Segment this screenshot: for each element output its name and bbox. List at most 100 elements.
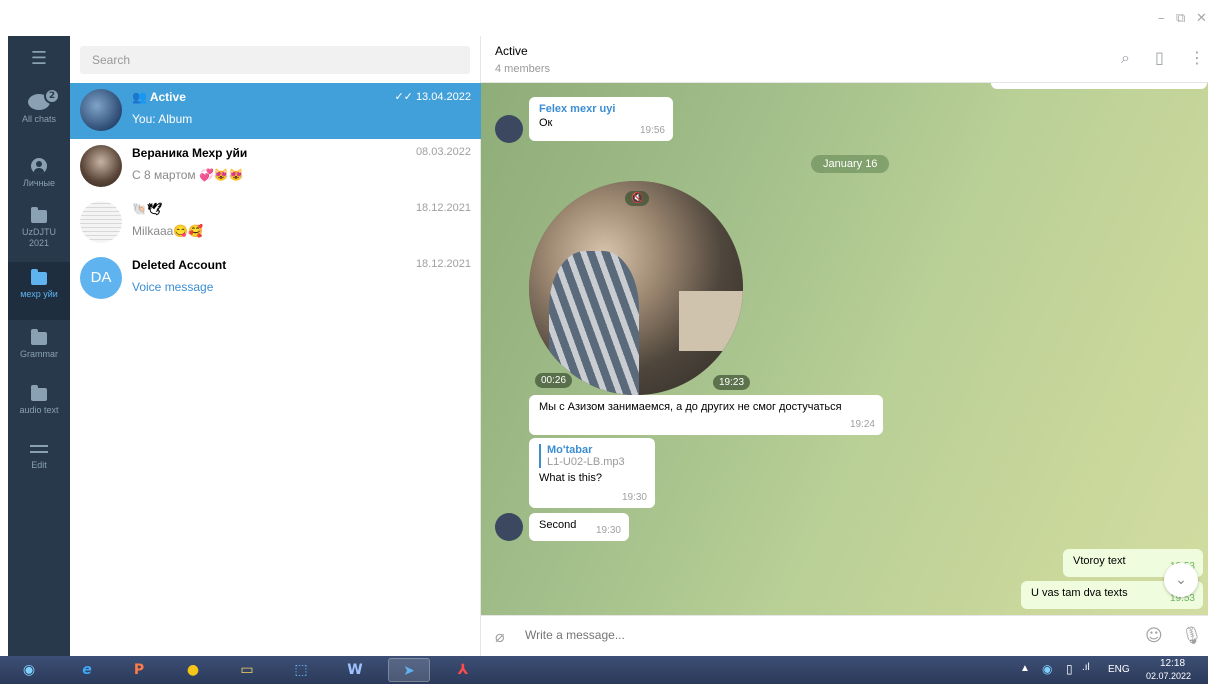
folder-label: UzDJTU 2021 [22,227,56,248]
chat-row-shell[interactable]: 🐚🕊 Milkaaa😋🥰 18.12.2021 [70,195,481,251]
taskbar-acrobat[interactable]: ⅄ [442,658,484,682]
folder-mehr-uyi[interactable]: мехр уйи [8,262,70,320]
clock-date[interactable]: 02.07.2022 [1146,671,1191,681]
folder-grammar[interactable]: Grammar [8,322,70,380]
chat-date: ✓✓ 13.04.2022 [394,91,471,103]
folder-uzdjtu[interactable]: UzDJTU 2021 [8,200,70,266]
taskbar-telegram[interactable]: ➤ [388,658,430,682]
chat-name: Deleted Account [132,258,227,272]
chat-date: 18.12.2021 [415,258,471,270]
search-icon[interactable]: ⌕ [1121,50,1130,66]
message-text: Second [539,519,577,531]
unread-badge: 2 [44,88,60,104]
chat-preview: Milkaaa😋🥰 [132,224,204,238]
signal-icon[interactable]: .ıl [1082,662,1090,673]
avatar: DA [80,257,122,299]
os-taskbar: ◉ e P ● ▭ ⬚ W ➤ ⅄ ▲ ◉ ▯ .ıl ENG 12:18 02… [0,656,1208,684]
message-sender[interactable]: Felex mexr uyi [539,103,663,115]
reply-preview[interactable]: Mo'tabar L1-U02-LB.mp3 [539,444,645,468]
chat-preview: С 8 мартом 💞😻😻 [132,168,244,182]
emoji-icon[interactable]: ☺ [1145,626,1163,646]
chat-list-panel: Search 👥 Active You: Album ✓✓ 13.04.2022… [70,36,481,656]
date-divider: January 16 [811,155,890,173]
avatar [80,89,122,131]
search-input[interactable]: Search [80,46,470,74]
message-text: What is this? [539,472,602,484]
message-bubble[interactable]: Second 19:30 [529,513,629,541]
more-options-icon[interactable]: ⋮ [1189,50,1205,66]
chat-row-deleted-account[interactable]: DA Deleted Account Voice message 18.12.2… [70,251,481,307]
message-time: 19:30 [595,525,621,536]
person-icon [31,158,47,174]
reply-file: L1-U02-LB.mp3 [547,456,625,468]
message-input[interactable] [525,628,1125,642]
chat-row-active[interactable]: 👥 Active You: Album ✓✓ 13.04.2022 [70,83,481,139]
chat-date: 18.12.2021 [415,202,471,214]
restore-button[interactable]: ⧉ [1176,12,1185,26]
avatar [80,201,122,243]
folder-personal[interactable]: Личные [8,148,70,206]
message-bubble[interactable]: Mo'tabar L1-U02-LB.mp3 What is this? 19:… [529,438,655,508]
sender-avatar[interactable] [495,115,523,143]
chat-preview: Voice message [132,280,214,294]
group-icon: 👥 [132,90,150,104]
folder-label: Личные [22,178,56,188]
taskbar-explorer[interactable]: ▭ [226,658,268,682]
clock-time[interactable]: 12:18 [1160,658,1185,669]
attach-icon[interactable]: ⌀ [495,627,505,646]
chat-name: Вераника Мехр уйи [132,146,248,160]
double-check-icon: ✓✓ [394,91,413,103]
message-composer: ⌀ ☺ 🎙 [481,615,1208,656]
message-bubble[interactable]: Felex mexr uyi Ок 19:56 [529,97,673,141]
microphone-icon[interactable]: 🎙 [1181,626,1203,646]
folder-all-chats[interactable]: 2 All chats [8,84,70,142]
edit-icon [30,442,48,456]
scroll-down-button[interactable]: ⌄ [1164,563,1198,597]
messages-area[interactable]: Felex mexr uyi Ок 19:56 January 16 🔇 00:… [481,83,1208,615]
chat-row-veranika[interactable]: Вераника Мехр уйи С 8 мартом 💞😻😻 08.03.2… [70,139,481,195]
tray-arrow-icon[interactable]: ▲ [1020,663,1030,674]
video-duration: 00:26 [535,373,573,388]
taskbar-powerpoint[interactable]: P [118,658,160,682]
system-tray: ▲ ◉ ▯ .ıl ENG 12:18 02.07.2022 [1010,656,1200,684]
folder-label: audio text [19,405,59,415]
folder-label: All chats [21,114,56,124]
message-bubble[interactable]: Мы с Азизом занимаемся, а до других не с… [529,395,883,435]
taskbar-start-button[interactable]: ◉ [8,658,50,682]
reply-sender: Mo'tabar [547,444,593,456]
taskbar-snipping[interactable]: ⬚ [280,658,322,682]
language-indicator[interactable]: ENG [1108,664,1130,675]
chat-date: 08.03.2022 [415,146,471,158]
members-count: 4 members [495,63,551,75]
sidebar-toggle-icon[interactable]: ▯ [1155,50,1164,66]
folder-label: мехр уйи [20,289,58,299]
folder-audio-text[interactable]: audio text [8,378,70,436]
message-text: Vtoroy text [1073,555,1126,567]
chevron-down-icon: ⌄ [1175,572,1187,588]
folder-label: Grammar [20,349,58,359]
folder-edit[interactable]: Edit [8,432,70,490]
folder-label: Edit [31,460,47,470]
chat-title[interactable]: Active [495,44,528,58]
folder-icon [31,269,47,285]
minimize-button[interactable]: – [1158,12,1165,26]
video-message[interactable] [529,181,743,395]
sender-avatar[interactable] [495,513,523,541]
battery-icon[interactable]: ▯ [1066,662,1073,676]
chat-name: 👥 Active [132,90,186,104]
folder-icon [31,207,47,223]
window-titlebar: – ⧉ ✕ [0,0,1208,36]
muted-icon[interactable]: 🔇 [625,191,650,206]
hamburger-menu-icon[interactable]: ☰ [8,48,70,69]
message-text: U vas tam dva texts [1031,587,1128,599]
tray-app-icon[interactable]: ◉ [1042,662,1052,676]
taskbar-word[interactable]: W [334,658,376,682]
taskbar-ie[interactable]: e [66,658,108,682]
message-time: 19:24 [849,419,875,430]
taskbar-chrome[interactable]: ● [172,658,214,682]
close-button[interactable]: ✕ [1196,12,1207,26]
message-time: 19:56 [639,125,665,136]
message-time: 19:23 [713,375,751,390]
folder-icon [31,329,47,345]
message-text: Мы с Азизом занимаемся, а до других не с… [539,401,842,413]
